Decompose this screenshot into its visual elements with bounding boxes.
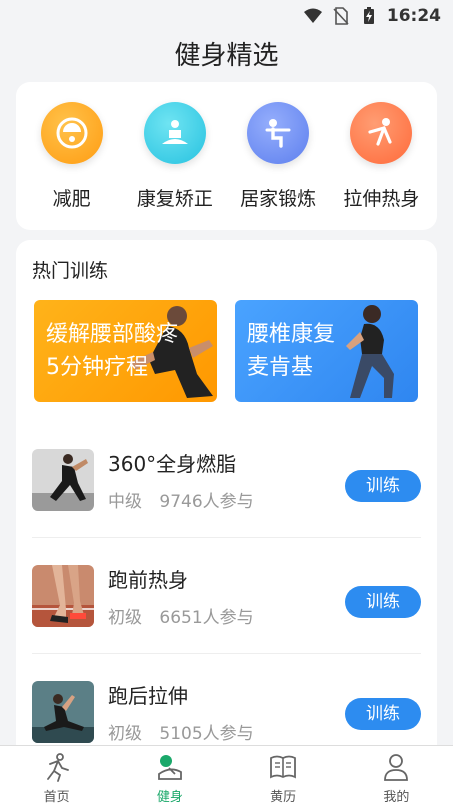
category-label: 康复矫正 [136,188,213,210]
participant-count: 9746人参与 [159,491,254,512]
page-title: 健身精选 [174,41,279,71]
meditation-icon [143,102,206,164]
category-rehab[interactable]: 康复矫正 [125,102,225,211]
category-weight-loss[interactable]: 减肥 [22,102,122,211]
status-bar: 16:24 [0,0,453,32]
banner-row: 缓解腰部酸疼 5分钟疗程 腰椎康复 麦肯基 [34,300,421,402]
banner-title: 缓解腰部酸疼 [46,322,179,347]
train-button[interactable]: 训练 [345,470,421,502]
banner-title: 腰椎康复 [247,322,336,347]
tab-fitness[interactable]: 健身 [113,746,226,807]
bottom-tab-bar: 首页 健身 黄历 我的 [0,745,453,807]
participant-count: 6651人参与 [159,607,254,628]
banner-subtitle: 5分钟疗程 [46,355,148,380]
no-sim-icon [333,7,349,25]
category-label: 拉伸热身 [343,188,420,210]
tab-almanac[interactable]: 黄历 [227,746,340,807]
participant-count: 5105人参与 [159,724,254,744]
tab-label: 我的 [383,790,410,805]
training-thumbnail [32,448,94,511]
training-list: 360°全身燃脂 中级 9746人参与 训练 跑前热身 初级 6651人参与 训… [32,422,421,760]
tab-home[interactable]: 首页 [0,746,113,807]
runner-icon [46,753,69,782]
fitness-icon [157,755,182,780]
train-button[interactable]: 训练 [345,586,421,618]
category-stretch[interactable]: 拉伸热身 [331,102,431,211]
book-icon [270,755,297,779]
person-icon [384,754,409,781]
banner-subtitle: 麦肯基 [247,355,314,380]
hot-training-card: 热门训练 缓解腰部酸疼 5分钟疗程 腰椎康复 麦肯基 360°全身燃脂 中级 9… [16,240,437,760]
scale-icon [40,102,103,164]
wifi-icon [303,8,322,23]
squat-icon [247,102,310,164]
train-button[interactable]: 训练 [345,698,421,730]
section-title: 热门训练 [32,260,109,282]
training-level: 中级 [108,491,142,512]
category-card: 减肥 康复矫正 居家锻炼 拉伸热身 [16,82,437,230]
list-item[interactable]: 跑前热身 初级 6651人参与 训练 [32,538,421,654]
training-thumbnail [32,564,94,627]
tab-label: 黄历 [270,790,297,805]
category-label: 减肥 [52,188,91,210]
category-label: 居家锻炼 [240,188,317,210]
training-level: 初级 [108,607,142,628]
category-home-workout[interactable]: 居家锻炼 [228,102,328,211]
banner-lumbar-rehab[interactable]: 腰椎康复 麦肯基 [235,300,418,402]
stretch-icon [350,102,413,164]
training-level: 初级 [108,724,142,744]
list-item[interactable]: 360°全身燃脂 中级 9746人参与 训练 [32,422,421,538]
banner-lumbar-relief[interactable]: 缓解腰部酸疼 5分钟疗程 [34,300,217,402]
tab-label: 健身 [156,790,183,805]
tab-profile[interactable]: 我的 [340,746,453,807]
training-thumbnail [32,681,94,743]
clock: 16:24 [386,6,441,26]
battery-charging-icon [363,7,374,24]
tab-label: 首页 [43,790,70,805]
woman-squat-image [346,305,394,398]
